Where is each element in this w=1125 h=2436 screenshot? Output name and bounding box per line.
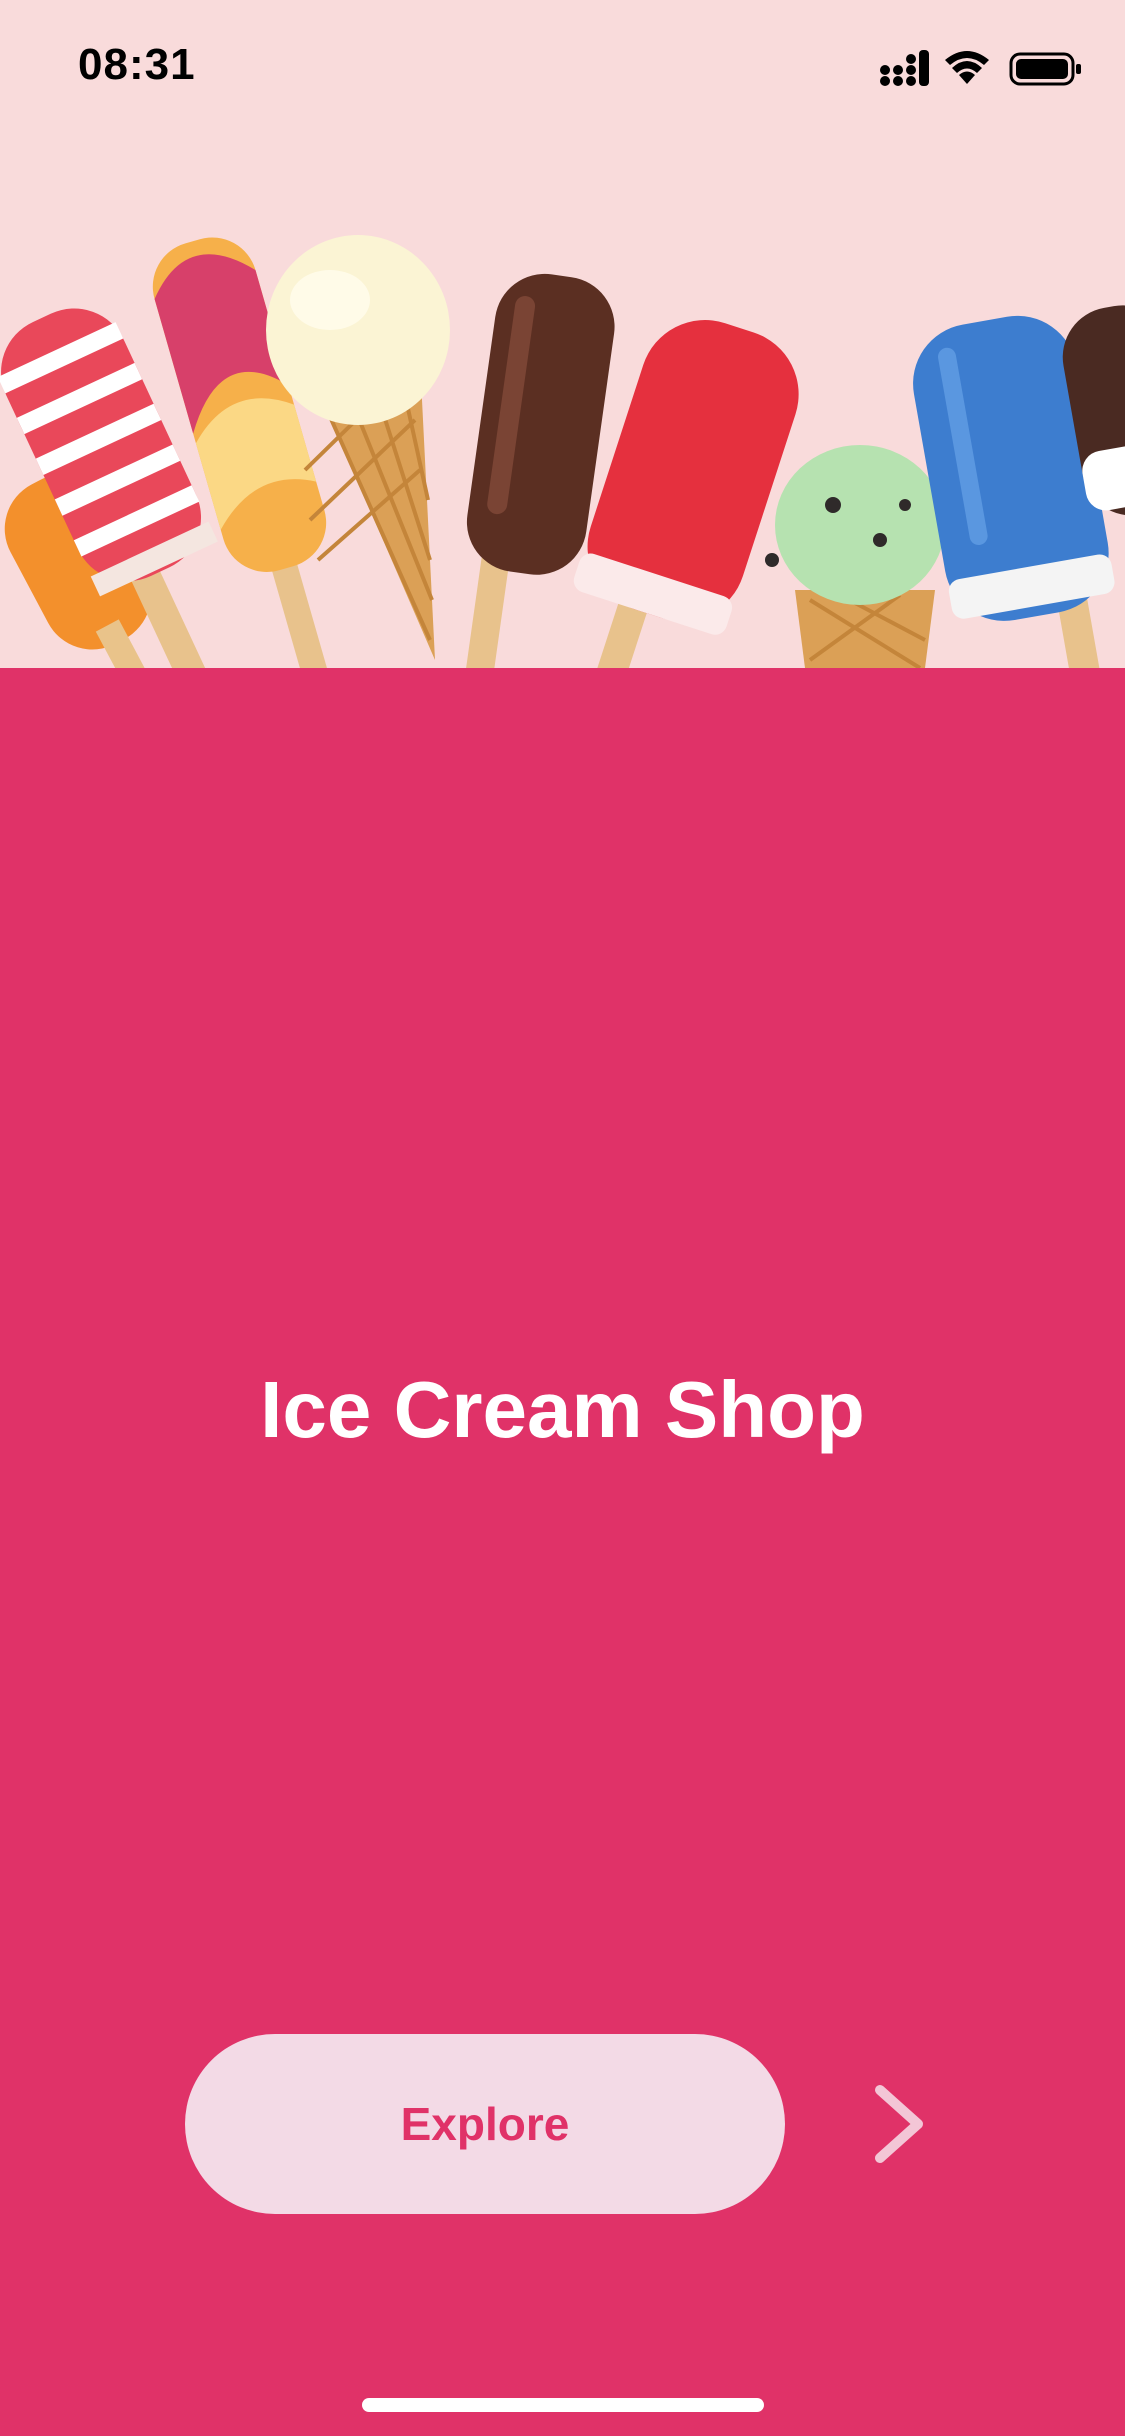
status-bar: 08:31: [0, 0, 1125, 140]
home-indicator[interactable]: [362, 2398, 764, 2412]
cellular-signal-icon: [880, 50, 929, 86]
splash-screen: 08:31 Ice Cream Shop Explore: [0, 0, 1125, 2436]
page-title: Ice Cream Shop: [260, 1365, 865, 1454]
explore-button-label: Explore: [400, 2098, 570, 2150]
battery-icon: [1009, 52, 1081, 86]
explore-button[interactable]: Explore: [185, 2034, 785, 2214]
status-time: 08:31: [78, 40, 196, 89]
wifi-icon: [945, 51, 989, 84]
next-button[interactable]: [864, 2082, 944, 2166]
chevron-right-icon: [875, 2085, 923, 2163]
